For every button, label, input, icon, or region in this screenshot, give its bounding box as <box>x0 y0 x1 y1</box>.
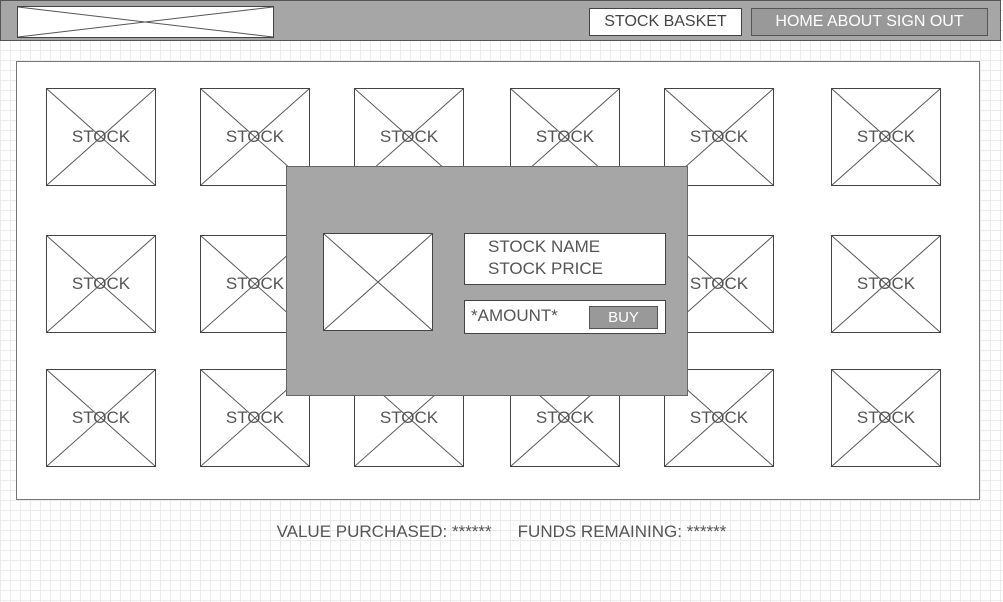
stock-tile-label: STOCK <box>856 274 916 293</box>
stock-tile-label: STOCK <box>71 274 131 293</box>
value-purchased: VALUE PURCHASED: ****** <box>276 522 492 541</box>
funds-summary: VALUE PURCHASED: ****** FUNDS REMAINING: … <box>0 522 1003 542</box>
stock-tile-label: STOCK <box>225 127 285 146</box>
nav-about-link[interactable]: ABOUT <box>827 13 882 30</box>
stock-name: STOCK NAME <box>488 237 601 256</box>
stock-tile-label: STOCK <box>379 408 439 427</box>
stock-image-placeholder <box>323 233 433 331</box>
stock-tile[interactable]: STOCK <box>831 235 941 333</box>
stock-tile-label: STOCK <box>856 127 916 146</box>
image-placeholder-icon <box>18 7 273 37</box>
logo-placeholder[interactable] <box>17 6 274 38</box>
stock-tile[interactable]: STOCK <box>46 235 156 333</box>
nav-menu: HOME ABOUT SIGN OUT <box>751 8 988 36</box>
stock-tile[interactable]: STOCK <box>46 369 156 467</box>
funds-remaining: FUNDS REMAINING: ****** <box>517 522 727 541</box>
nav-home-link[interactable]: HOME <box>775 13 823 30</box>
stock-basket-button[interactable]: STOCK BASKET <box>589 8 742 36</box>
stock-tile-label: STOCK <box>71 127 131 146</box>
amount-input[interactable] <box>467 305 593 327</box>
stock-price: STOCK PRICE <box>488 259 603 278</box>
top-bar: STOCK BASKET HOME ABOUT SIGN OUT <box>0 0 1001 41</box>
nav-sign-out-link[interactable]: SIGN OUT <box>886 13 963 30</box>
stock-tile[interactable]: STOCK <box>831 369 941 467</box>
amount-row: BUY <box>464 300 666 334</box>
stock-tile[interactable]: STOCK <box>831 88 941 186</box>
stock-tile-label: STOCK <box>535 408 595 427</box>
stock-tile-label: STOCK <box>535 127 595 146</box>
stock-tile-label: STOCK <box>71 408 131 427</box>
stock-tile-label: STOCK <box>689 127 749 146</box>
stock-tile[interactable]: STOCK <box>46 88 156 186</box>
image-placeholder-icon <box>324 234 432 330</box>
stock-tile-label: STOCK <box>689 408 749 427</box>
stock-tile-label: STOCK <box>379 127 439 146</box>
stock-tile-label: STOCK <box>856 408 916 427</box>
buy-button[interactable]: BUY <box>589 306 658 329</box>
stock-info-box: STOCK NAME STOCK PRICE <box>464 233 666 285</box>
purchase-modal: STOCK NAME STOCK PRICE BUY <box>286 166 688 396</box>
stock-tile-label: STOCK <box>225 408 285 427</box>
